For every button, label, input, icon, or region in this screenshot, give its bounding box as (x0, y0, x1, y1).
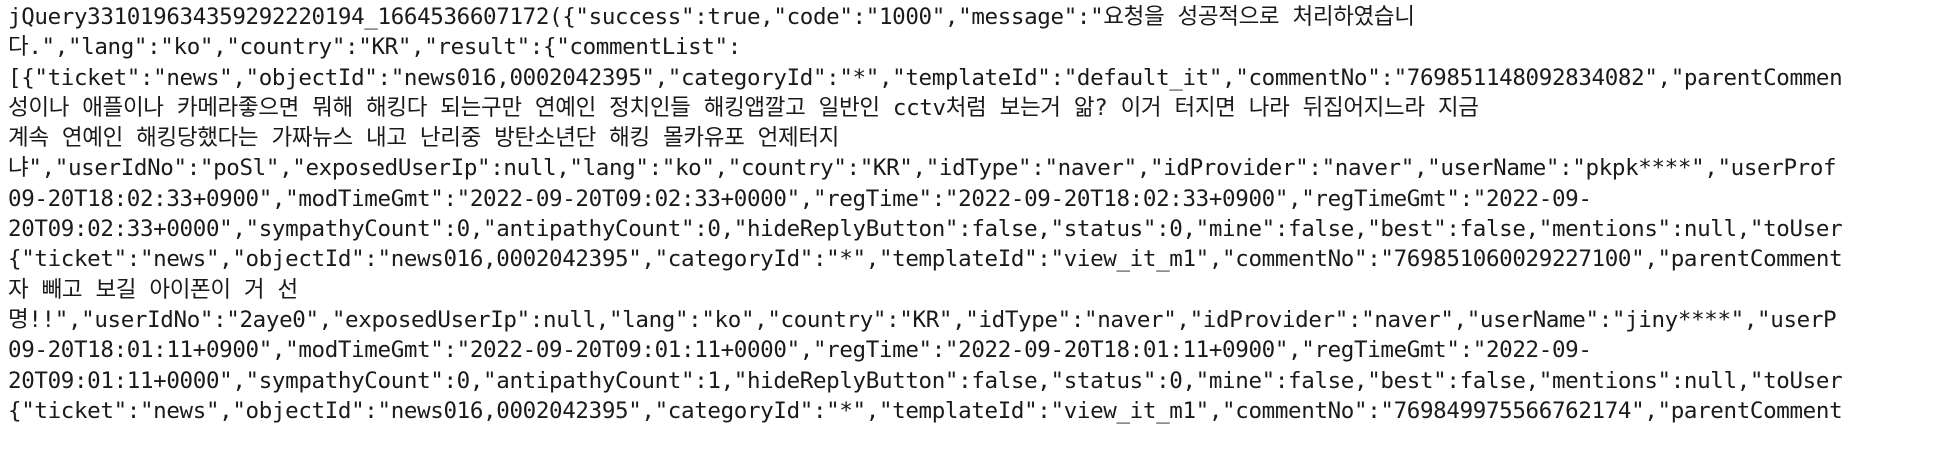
text-line: 냐","userIdNo":"poSl","exposedUserIp":nul… (8, 155, 1837, 182)
text-line: 명!!","userIdNo":"2aye0","exposedUserIp":… (8, 306, 1837, 333)
text-line: 다.","lang":"ko","country":"KR","result":… (8, 34, 741, 61)
text-line: 20T09:02:33+0000","sympathyCount":0,"ant… (8, 216, 1843, 243)
text-line: 09-20T18:02:33+0900","modTimeGmt":"2022-… (8, 185, 1592, 212)
text-line: jQuery331019634359292220194_166453660717… (8, 4, 1415, 30)
raw-response-page: jQuery331019634359292220194_166453660717… (0, 0, 1954, 476)
text-line: 09-20T18:01:11+0900","modTimeGmt":"2022-… (8, 337, 1592, 364)
text-line: 자 빼고 보길 아이폰이 거 선 (8, 276, 298, 303)
jsonp-response-text: jQuery331019634359292220194_166453660717… (8, 2, 1843, 426)
text-line: 성이나 애플이나 카메라좋으면 뭐해 해킹다 되는구만 연예인 정치인들 해킹앱… (8, 94, 1479, 121)
text-line: 20T09:01:11+0000","sympathyCount":0,"ant… (8, 367, 1843, 394)
text-line: 계속 연예인 해킹당했다는 가짜뉴스 내고 난리중 방탄소년단 해킹 몰카유포 … (8, 125, 840, 152)
text-line: {"ticket":"news","objectId":"news016,000… (8, 397, 1843, 424)
text-line: {"ticket":"news","objectId":"news016,000… (8, 246, 1843, 273)
text-line: [{"ticket":"news","objectId":"news016,00… (8, 64, 1843, 91)
